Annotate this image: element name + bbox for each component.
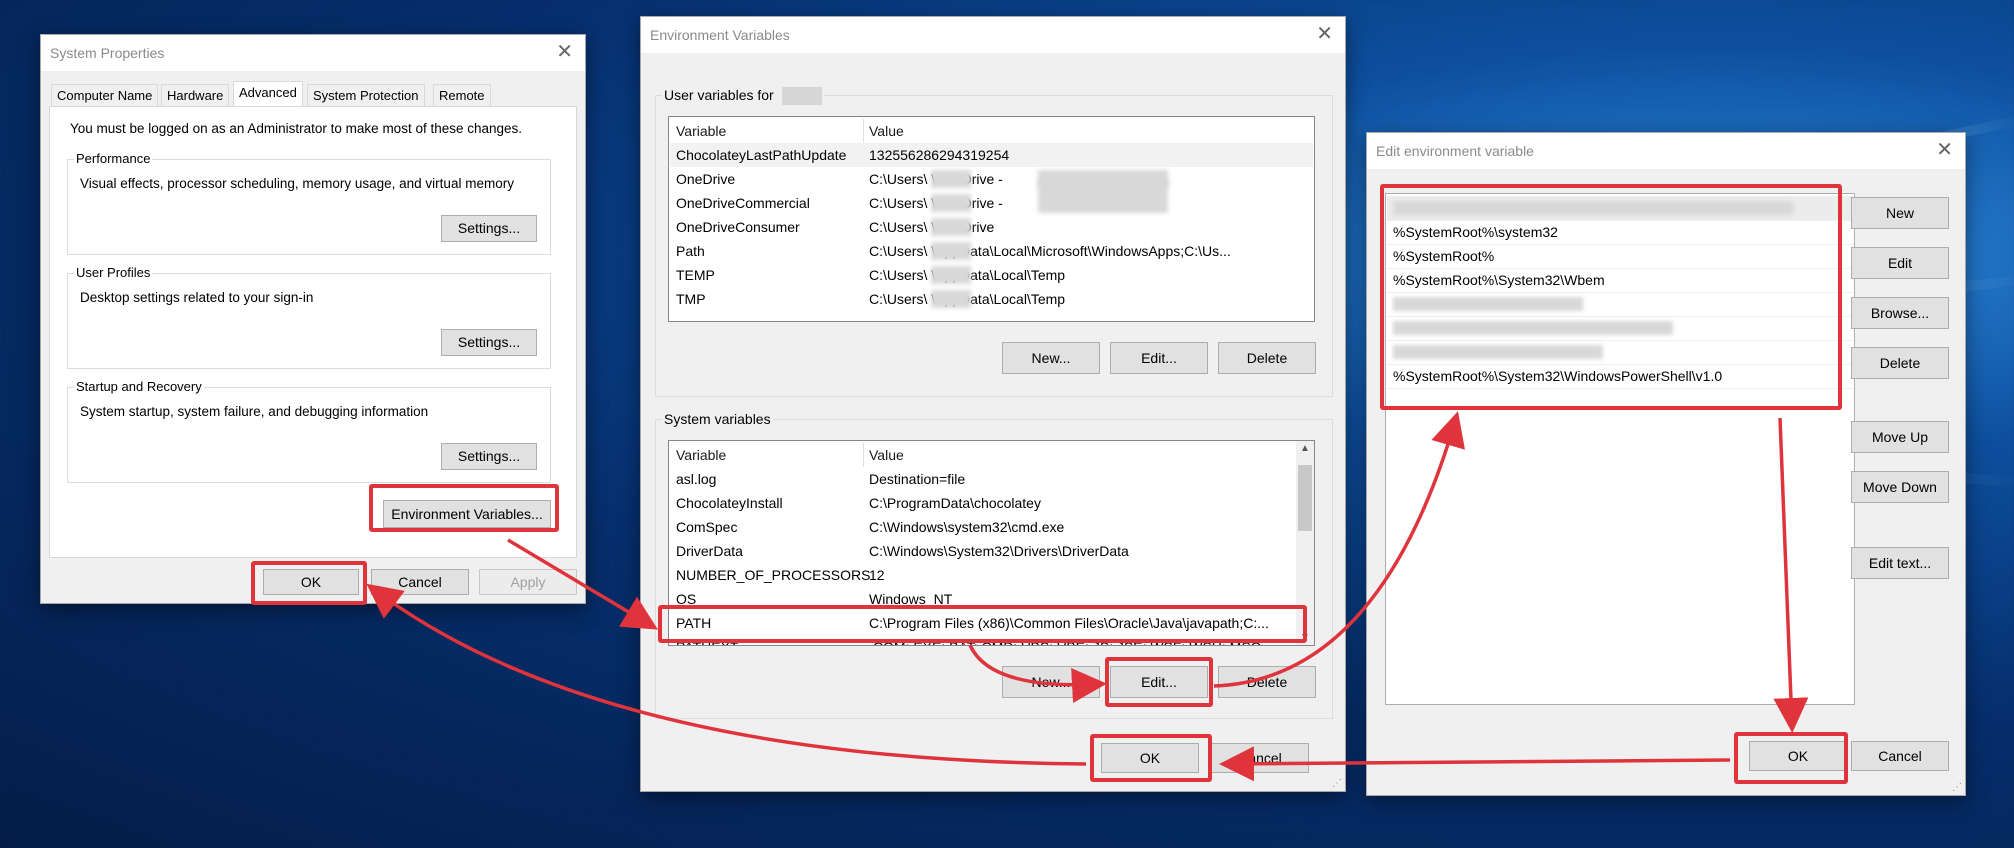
annotation-arrows (366, 411, 1809, 782)
arrow-path-to-edit (968, 644, 1107, 703)
arrow-entries-to-ok (1773, 417, 1809, 733)
arrow-edit-ok-to-env-ok (1219, 746, 1731, 782)
arrow-env-ok-to-system-ok (366, 583, 1087, 766)
arrow-env-button-to-path (507, 538, 659, 630)
arrow-edit-to-entries (1213, 411, 1465, 688)
